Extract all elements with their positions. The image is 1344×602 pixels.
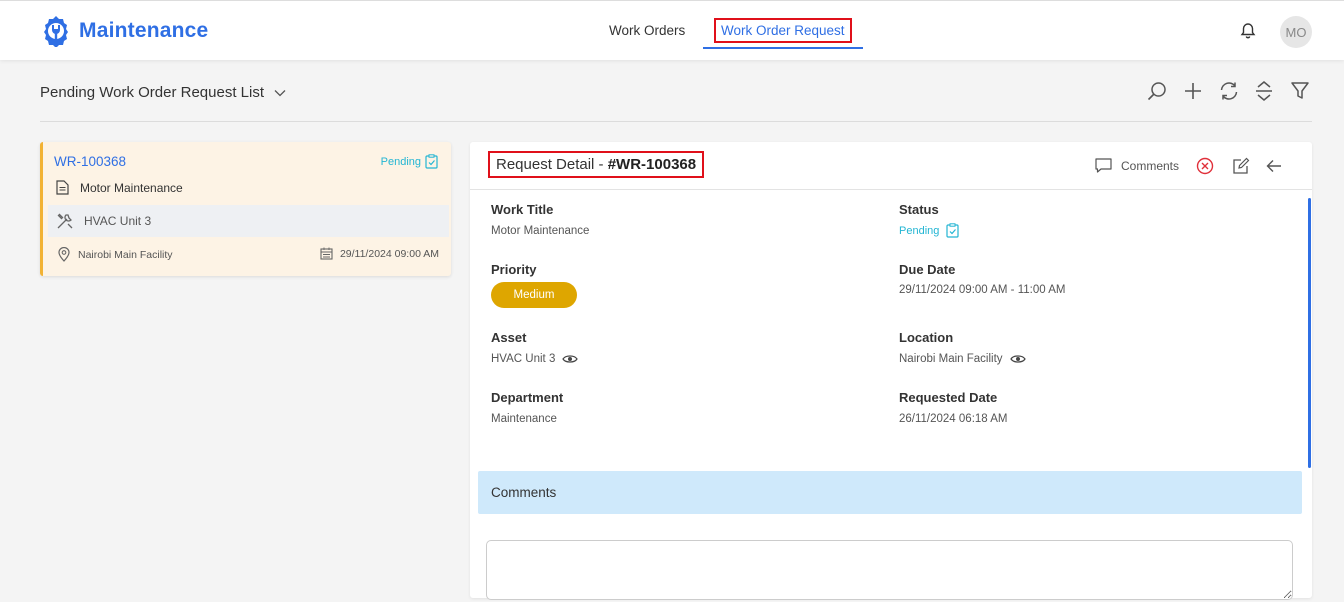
card-title-row: Motor Maintenance	[56, 180, 183, 195]
request-card[interactable]: WR-100368 Pending Motor Maintenance HVAC…	[40, 142, 451, 276]
card-asset-row: HVAC Unit 3	[48, 205, 449, 237]
asset-value-text: HVAC Unit 3	[491, 353, 556, 365]
calendar-icon	[320, 247, 333, 260]
card-date-text: 29/11/2024 09:00 AM	[339, 247, 439, 260]
status-value: Pending	[899, 223, 959, 238]
status-value-text: Pending	[899, 224, 940, 237]
scrollbar[interactable]	[1308, 198, 1311, 468]
eye-icon[interactable]	[1009, 354, 1026, 364]
status-label: Status	[899, 202, 939, 217]
card-status-badge: Pending	[380, 156, 421, 168]
priority-label: Priority	[491, 262, 537, 277]
clipboard-check-icon	[425, 154, 438, 169]
comments-section-header[interactable]: Comments	[478, 471, 1302, 514]
document-icon	[56, 180, 69, 195]
asset-label: Asset	[491, 330, 527, 345]
list-title-dropdown[interactable]: Pending Work Order Request List	[40, 84, 286, 101]
department-value: Maintenance	[491, 413, 557, 425]
due-date-value: 29/11/2024 09:00 AM - 11:00 AM	[899, 284, 1066, 296]
location-pin-icon	[58, 247, 70, 262]
work-title-label: Work Title	[491, 202, 554, 217]
requested-date-label: Requested Date	[899, 390, 998, 405]
priority-badge: Medium	[491, 282, 577, 308]
nav-work-order-request[interactable]: Work Order Request	[714, 18, 852, 43]
filter-icon[interactable]	[1289, 80, 1311, 102]
search-icon[interactable]	[1146, 80, 1168, 102]
detail-title-prefix: Request Detail -	[496, 156, 608, 173]
work-title-value: Motor Maintenance	[491, 225, 590, 237]
comments-section-title: Comments	[491, 485, 557, 500]
header-divider	[40, 121, 1312, 122]
edit-icon[interactable]	[1232, 157, 1250, 175]
active-tab-indicator	[703, 47, 863, 49]
back-arrow-icon[interactable]	[1265, 157, 1283, 175]
app-logo[interactable]: Maintenance	[40, 15, 208, 47]
clipboard-check-icon	[946, 223, 959, 238]
nav-work-orders[interactable]: Work Orders	[609, 23, 685, 38]
comments-button[interactable]: Comments	[1095, 158, 1179, 173]
asset-value: HVAC Unit 3	[491, 353, 579, 365]
panel-header: Request Detail - #WR-100368 Comments	[470, 142, 1312, 190]
maintenance-logo-icon	[44, 16, 68, 47]
card-asset: HVAC Unit 3	[84, 214, 152, 228]
comment-icon	[1095, 158, 1112, 173]
user-avatar[interactable]: MO	[1280, 16, 1312, 48]
location-value-text: Nairobi Main Facility	[899, 353, 1003, 365]
eye-icon[interactable]	[562, 354, 579, 364]
card-location: Nairobi Main Facility	[58, 247, 173, 262]
add-icon[interactable]	[1182, 80, 1204, 102]
cancel-circle-icon[interactable]	[1196, 157, 1214, 175]
detail-title: Request Detail - #WR-100368	[488, 151, 705, 178]
comments-button-label: Comments	[1121, 158, 1180, 173]
comment-input[interactable]	[486, 540, 1293, 600]
card-request-id[interactable]: WR-100368	[54, 154, 126, 169]
refresh-icon[interactable]	[1218, 80, 1240, 102]
location-label: Location	[899, 330, 954, 345]
chevron-down-icon	[274, 89, 286, 96]
location-value: Nairobi Main Facility	[899, 353, 1026, 365]
requested-date-value: 26/11/2024 06:18 AM	[899, 413, 1008, 425]
request-detail-panel: Request Detail - #WR-100368 Comments Wor…	[470, 142, 1312, 600]
tools-icon	[57, 213, 73, 229]
detail-title-id: #WR-100368	[607, 156, 697, 173]
app-name: Maintenance	[79, 19, 209, 42]
bell-icon[interactable]	[1240, 22, 1256, 40]
card-location-text: Nairobi Main Facility	[78, 248, 173, 261]
card-date: 29/11/2024 09:00 AM	[320, 247, 439, 260]
card-title: Motor Maintenance	[80, 180, 183, 195]
department-label: Department	[491, 390, 564, 405]
list-title: Pending Work Order Request List	[40, 84, 264, 101]
due-date-label: Due Date	[899, 262, 956, 277]
top-navbar: Maintenance Work Orders Work Order Reque…	[0, 0, 1344, 60]
expand-collapse-icon[interactable]	[1253, 80, 1275, 102]
